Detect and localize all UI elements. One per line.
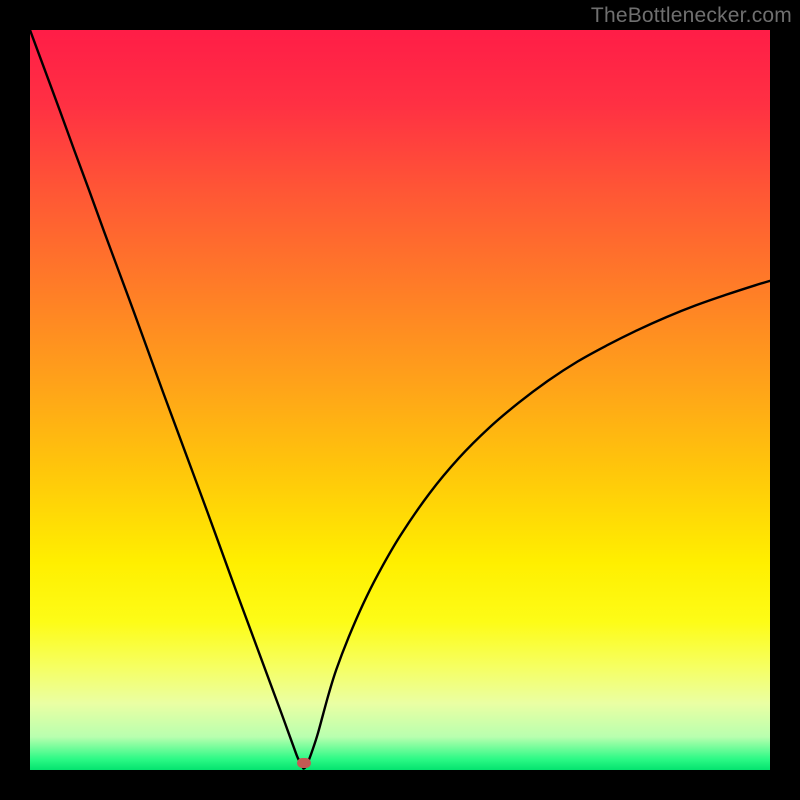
minimum-marker <box>297 758 311 768</box>
chart-frame <box>30 30 770 770</box>
bottleneck-curve <box>30 30 770 769</box>
watermark-text: TheBottlenecker.com <box>591 4 792 28</box>
plot-area <box>30 30 770 770</box>
curve-layer <box>30 30 770 770</box>
